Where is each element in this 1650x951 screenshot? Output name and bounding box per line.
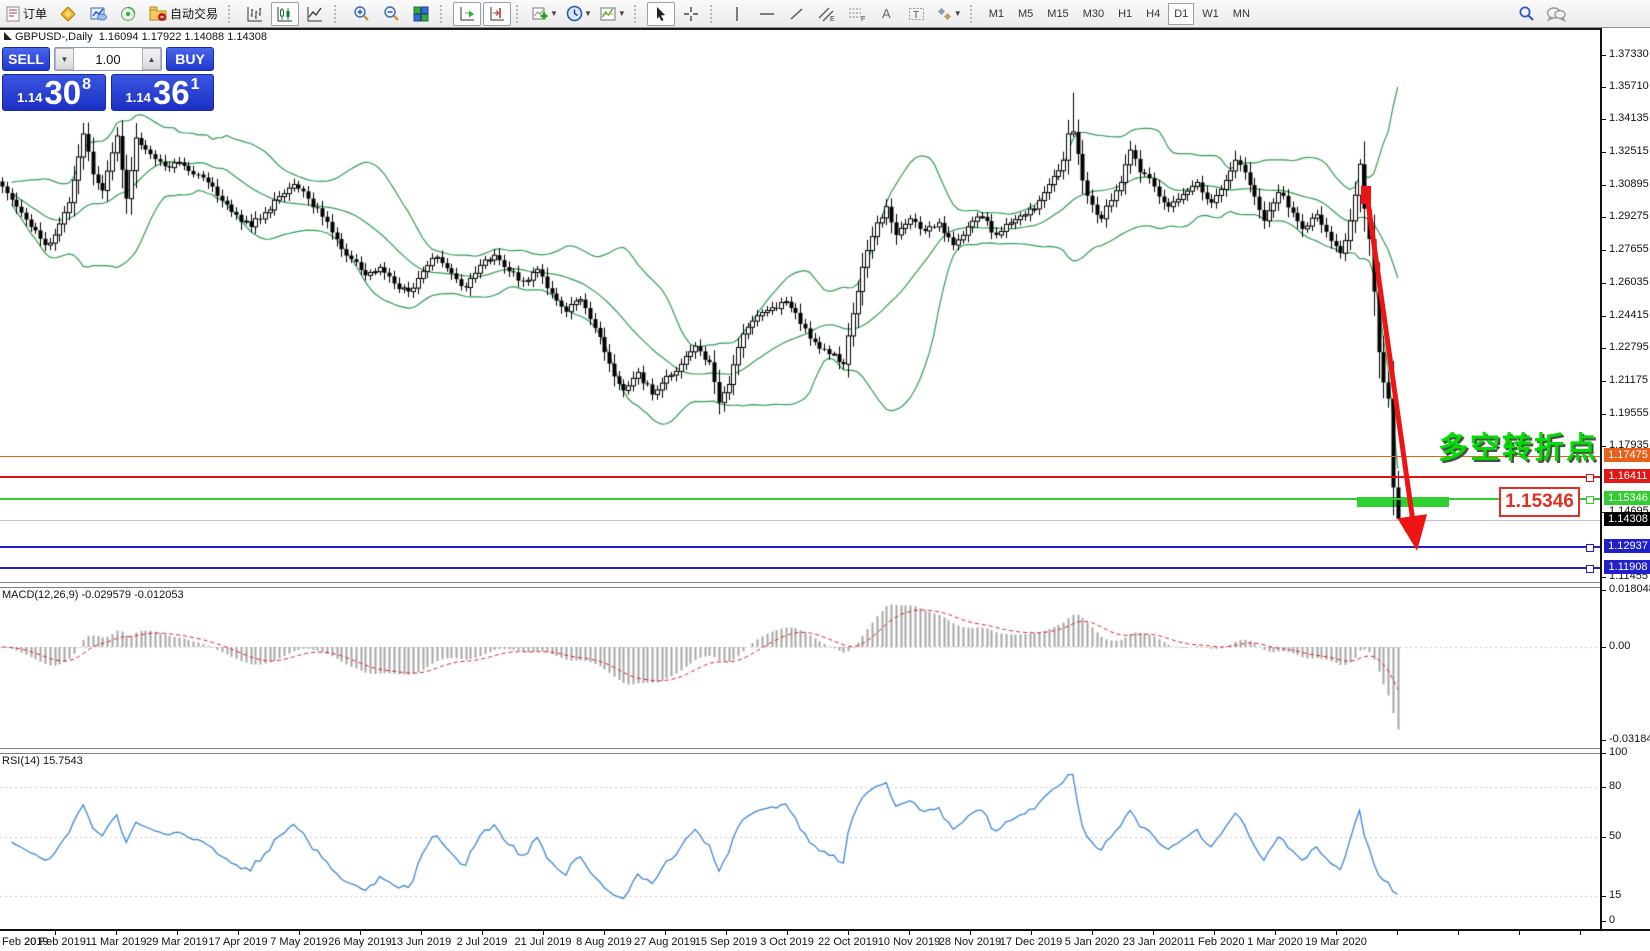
rsi-axis-tick [1602, 753, 1606, 754]
price-axis-label: 1.29275 [1609, 210, 1649, 222]
price-axis-label: 1.21175 [1609, 374, 1648, 386]
volume-increase-button[interactable]: ▲ [142, 48, 161, 70]
sell-price-big: 30 [44, 78, 81, 108]
price-axis-tick [1602, 217, 1606, 218]
trend-arrow[interactable] [0, 0, 1600, 951]
price-tag-1.12937: 1.12937 [1604, 539, 1650, 553]
price-axis-label: 1.37330 [1609, 48, 1649, 60]
price-axis-tick [1602, 316, 1606, 317]
rsi-axis-tick [1602, 896, 1606, 897]
rsi-axis-tick [1602, 921, 1606, 922]
macd-axis-tick [1602, 740, 1606, 741]
buy-price-display[interactable]: 1.14 36 1 [111, 74, 214, 111]
macd-axis-tick [1602, 590, 1606, 591]
macd-axis-label: 0.00 [1609, 640, 1630, 652]
price-axis-tick [1602, 87, 1606, 88]
rsi-axis-label: 15 [1609, 889, 1621, 901]
price-tag-1.15346: 1.15346 [1604, 491, 1650, 505]
price-axis-tick [1602, 381, 1606, 382]
rsi-axis-tick [1602, 837, 1606, 838]
price-axis-tick [1602, 152, 1606, 153]
price-axis-tick [1602, 577, 1606, 578]
price-axis-tick [1602, 119, 1606, 120]
sell-price-sup: 8 [82, 76, 91, 94]
price-axis-label: 1.30895 [1609, 178, 1649, 190]
price-tag-1.16411: 1.16411 [1604, 469, 1650, 483]
rsi-axis-label: 80 [1609, 780, 1621, 792]
sell-price-display[interactable]: 1.14 30 8 [2, 74, 106, 111]
price-axis-tick [1602, 185, 1606, 186]
price-axis-label: 1.22795 [1609, 341, 1649, 353]
sell-price-small: 1.14 [17, 90, 42, 105]
buy-button[interactable]: BUY [166, 47, 214, 71]
rsi-axis-label: 50 [1609, 830, 1621, 842]
price-callout-label[interactable]: 1.15346 [1499, 487, 1580, 517]
macd-axis-tick [1602, 647, 1606, 648]
price-axis-tick [1602, 446, 1606, 447]
price-axis-label: 1.32515 [1609, 145, 1649, 157]
rsi-axis-label: 0 [1609, 914, 1615, 926]
price-axis[interactable]: 1.37330 1.35710 1.34135 1.32515 1.30895 1.292… [1602, 28, 1650, 929]
price-tag-1.14308: 1.14308 [1604, 512, 1650, 526]
rsi-axis-tick [1602, 787, 1606, 788]
price-axis-label: 1.26035 [1609, 276, 1649, 288]
macd-axis-label: 0.018048 [1609, 583, 1650, 595]
price-axis-label: 1.34135 [1609, 112, 1649, 124]
price-axis-tick [1602, 283, 1606, 284]
rsi-axis-label: 100 [1609, 746, 1627, 758]
volume-stepper: ▼ 1.00 ▲ [54, 47, 162, 71]
volume-value[interactable]: 1.00 [74, 48, 142, 70]
price-axis-label: 1.24415 [1609, 309, 1649, 321]
price-tag-1.11908: 1.11908 [1604, 560, 1650, 574]
price-axis-label: 1.19555 [1609, 407, 1649, 419]
price-axis-tick [1602, 414, 1606, 415]
price-axis-label: 1.35710 [1609, 80, 1649, 92]
oneclick-trade-panel: SELL ▼ 1.00 ▲ BUY 1.14 30 8 1.14 36 1 [2, 47, 214, 111]
price-axis-tick [1602, 250, 1606, 251]
price-axis-label: 1.27655 [1609, 243, 1649, 255]
volume-decrease-button[interactable]: ▼ [55, 48, 74, 70]
price-axis-tick [1602, 55, 1606, 56]
price-tag-1.17475: 1.17475 [1604, 448, 1650, 462]
sell-button[interactable]: SELL [2, 47, 50, 71]
macd-axis-label: -0.031847 [1609, 733, 1650, 745]
mt4-window: 订单 自动交易 [0, 0, 1650, 951]
price-axis-tick [1602, 348, 1606, 349]
buy-price-sup: 1 [191, 76, 200, 94]
buy-price-small: 1.14 [126, 90, 151, 105]
buy-price-big: 36 [153, 78, 190, 108]
